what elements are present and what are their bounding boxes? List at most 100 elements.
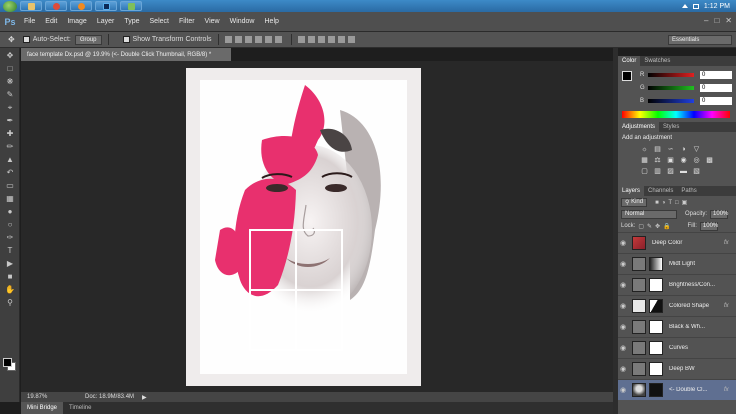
- eye-icon[interactable]: ◉: [618, 365, 628, 373]
- tab-channels[interactable]: Channels: [644, 186, 677, 196]
- path-select-tool-icon[interactable]: ▶: [4, 259, 16, 269]
- gradient-tool-icon[interactable]: ▦: [4, 194, 16, 204]
- eye-icon[interactable]: ◉: [618, 281, 628, 289]
- eye-icon[interactable]: ◉: [618, 386, 628, 394]
- menu-edit[interactable]: Edit: [45, 18, 57, 25]
- channel-mixer-icon[interactable]: ◎: [692, 157, 701, 165]
- distribute-left-icon[interactable]: [327, 36, 335, 43]
- threshold-icon[interactable]: ▨: [666, 168, 675, 176]
- document-tab[interactable]: face template Dx.psd @ 19.9% (<- Double …: [21, 48, 231, 61]
- blue-value-input[interactable]: 0: [700, 97, 732, 105]
- foreground-color-swatch[interactable]: [3, 358, 12, 367]
- color-balance-icon[interactable]: ⚖: [653, 157, 662, 165]
- invert-icon[interactable]: ▢: [640, 168, 649, 176]
- layer-row[interactable]: ◉ Colored Shape fx: [618, 295, 736, 316]
- distribute-bottom-icon[interactable]: [317, 36, 325, 43]
- color-spectrum-bar[interactable]: [622, 111, 730, 118]
- tab-swatches[interactable]: Swatches: [640, 56, 674, 66]
- tab-mini-bridge[interactable]: Mini Bridge: [21, 402, 64, 414]
- posterize-icon[interactable]: ▥: [653, 168, 662, 176]
- show-transform-checkbox[interactable]: [122, 36, 130, 43]
- layer-kind-filter[interactable]: ⚲ Kind: [621, 197, 648, 207]
- layer-row[interactable]: ◉ Black & Wh...: [618, 316, 736, 337]
- auto-select-dropdown[interactable]: Group: [74, 34, 102, 45]
- eye-icon[interactable]: ◉: [618, 239, 628, 247]
- menu-window[interactable]: Window: [230, 18, 255, 25]
- distribute-right-icon[interactable]: [347, 36, 355, 43]
- filter-icons[interactable]: ■◑T□▣: [655, 199, 690, 206]
- tray-arrow-icon[interactable]: [681, 4, 688, 8]
- red-slider[interactable]: [648, 73, 694, 77]
- shape-tool-icon[interactable]: ■: [4, 272, 16, 282]
- menu-view[interactable]: View: [205, 18, 220, 25]
- green-slider[interactable]: [648, 86, 694, 90]
- fx-icon[interactable]: fx: [724, 240, 736, 246]
- eyedropper-tool-icon[interactable]: ✒: [4, 116, 16, 126]
- move-tool-icon[interactable]: ✥: [8, 35, 15, 44]
- eye-icon[interactable]: ◉: [618, 344, 628, 352]
- artwork-image[interactable]: [200, 80, 407, 374]
- menu-file[interactable]: File: [24, 18, 35, 25]
- eraser-tool-icon[interactable]: ▭: [4, 181, 16, 191]
- tab-layers[interactable]: Layers: [618, 186, 645, 196]
- taskbar-media-button[interactable]: [70, 1, 92, 11]
- eye-icon[interactable]: ◉: [618, 323, 628, 331]
- layer-row[interactable]: ◉ Deep BW: [618, 358, 736, 379]
- history-brush-tool-icon[interactable]: ↶: [4, 168, 16, 178]
- taskbar-chrome-button[interactable]: [45, 1, 67, 11]
- curves-icon[interactable]: ∽: [666, 146, 675, 154]
- minimize-icon[interactable]: –: [704, 16, 708, 25]
- layer-row[interactable]: ◉ Midt Light: [618, 253, 736, 274]
- crop-tool-icon[interactable]: ⌖: [4, 103, 16, 113]
- opacity-input[interactable]: 100%: [710, 209, 728, 219]
- fill-input[interactable]: 100%: [699, 221, 718, 231]
- layer-row[interactable]: ◉ Brightness/Con...: [618, 274, 736, 295]
- menu-layer[interactable]: Layer: [97, 18, 115, 25]
- eye-icon[interactable]: ◉: [618, 260, 628, 268]
- blur-tool-icon[interactable]: ●: [4, 207, 16, 217]
- menu-filter[interactable]: Filter: [179, 18, 195, 25]
- align-center-icon[interactable]: [264, 36, 272, 43]
- marquee-tool-icon[interactable]: □: [4, 64, 16, 74]
- lasso-tool-icon[interactable]: ❋: [4, 77, 16, 87]
- align-right-icon[interactable]: [274, 36, 282, 43]
- workspace-dropdown[interactable]: Essentials: [668, 35, 732, 45]
- fx-icon[interactable]: fx: [724, 387, 736, 393]
- tab-adjustments[interactable]: Adjustments: [618, 122, 660, 132]
- quick-select-tool-icon[interactable]: ✎: [4, 90, 16, 100]
- align-left-icon[interactable]: [254, 36, 262, 43]
- tab-styles[interactable]: Styles: [659, 122, 683, 132]
- tray-network-icon[interactable]: [692, 3, 699, 9]
- selective-color-icon[interactable]: ▧: [692, 168, 701, 176]
- clone-stamp-tool-icon[interactable]: ▲: [4, 155, 16, 165]
- taskbar-photoshop-button[interactable]: [95, 1, 117, 11]
- move-tool-icon[interactable]: ✥: [4, 51, 16, 61]
- tab-paths[interactable]: Paths: [677, 186, 700, 196]
- dodge-tool-icon[interactable]: ○: [4, 220, 16, 230]
- pen-tool-icon[interactable]: ✑: [4, 233, 16, 243]
- type-tool-icon[interactable]: T: [4, 246, 16, 256]
- status-arrow-icon[interactable]: ▶: [142, 394, 147, 401]
- tray-clock[interactable]: 1:12 PM: [704, 3, 730, 10]
- brightness-contrast-icon[interactable]: ☼: [640, 146, 649, 154]
- levels-icon[interactable]: ▤: [653, 146, 662, 154]
- tab-color[interactable]: Color: [618, 56, 641, 66]
- align-bottom-icon[interactable]: [244, 36, 252, 43]
- gradient-map-icon[interactable]: ▬: [679, 168, 688, 176]
- healing-brush-tool-icon[interactable]: ✚: [4, 129, 16, 139]
- auto-select-checkbox[interactable]: [22, 36, 30, 43]
- hue-saturation-icon[interactable]: ▦: [640, 157, 649, 165]
- layer-row-selected[interactable]: ◉ <- Double Cl... fx: [618, 379, 736, 400]
- red-value-input[interactable]: 0: [700, 71, 732, 79]
- eye-icon[interactable]: ◉: [618, 302, 628, 310]
- layer-row[interactable]: ◉ Deep Color fx: [618, 232, 736, 253]
- menu-select[interactable]: Select: [150, 18, 169, 25]
- distribute-top-icon[interactable]: [297, 36, 305, 43]
- blue-slider[interactable]: [648, 99, 694, 103]
- blend-mode-dropdown[interactable]: Normal: [621, 209, 677, 219]
- taskbar-app-button[interactable]: [120, 1, 142, 11]
- color-lookup-icon[interactable]: ▩: [705, 157, 714, 165]
- photo-filter-icon[interactable]: ◉: [679, 157, 688, 165]
- close-icon[interactable]: ✕: [725, 16, 732, 25]
- tab-timeline[interactable]: Timeline: [63, 402, 97, 414]
